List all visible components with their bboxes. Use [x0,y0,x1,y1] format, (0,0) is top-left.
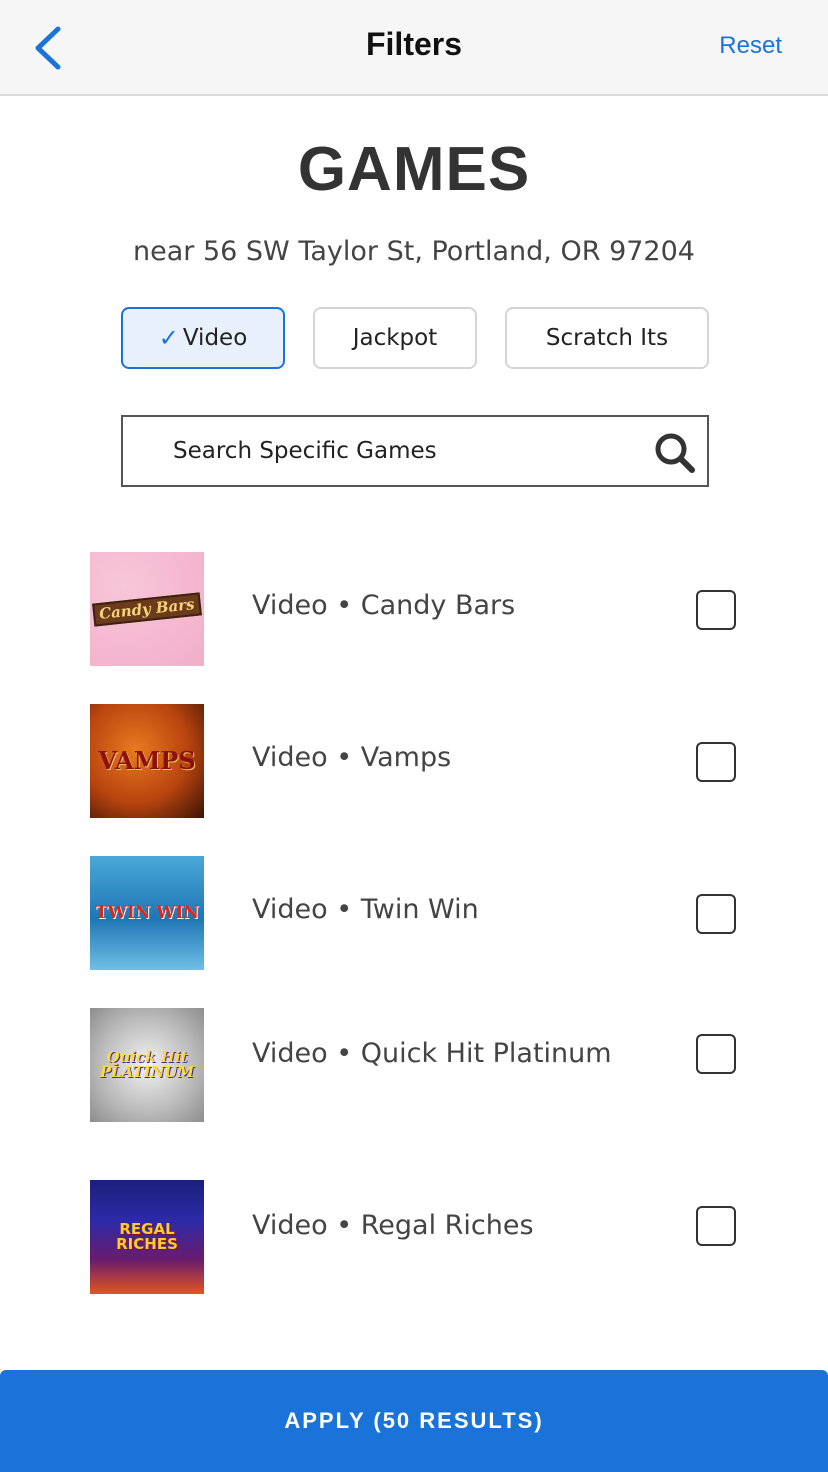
game-label: Video • Regal Riches [252,1210,534,1241]
game-checkbox[interactable] [696,742,736,782]
list-item[interactable]: Candy Bars Video • Candy Bars [90,552,740,666]
location-text: near 56 SW Taylor St, Portland, OR 97204 [133,236,695,267]
reset-button[interactable]: Reset [719,32,782,60]
filters-screen: Filters Reset GAMES near 56 SW Taylor St… [0,0,828,1472]
filter-chip-video[interactable]: ✓ Video [121,307,285,369]
page-title: Filters [365,26,463,62]
game-label: Video • Vamps [252,742,452,773]
game-thumbnail-logo: TWIN WIN [95,902,199,923]
search-box [121,415,709,487]
game-thumbnail-logo: REGAL RICHES [116,1220,178,1253]
game-checkbox[interactable] [696,1206,736,1246]
game-checkbox[interactable] [696,894,736,934]
filter-chip-scratch-its[interactable]: Scratch Its [505,307,709,369]
filter-chip-label: Jackpot [352,325,438,351]
apply-button[interactable]: APPLY (50 RESULTS) [0,1370,828,1472]
search-icon[interactable] [653,431,697,475]
header-bar: Filters Reset [0,0,828,96]
game-thumbnail: Quick Hit PLATINUM [90,1008,204,1122]
checkmark-icon: ✓ [158,324,179,352]
game-label: Video • Twin Win [252,894,479,925]
game-thumbnail-logo: Quick Hit PLATINUM [99,1048,195,1081]
search-input[interactable] [173,417,643,485]
game-thumbnail: Candy Bars [90,552,204,666]
game-thumbnail: REGAL RICHES [90,1180,204,1294]
list-item[interactable]: TWIN WIN Video • Twin Win [90,856,740,970]
game-checkbox[interactable] [696,1034,736,1074]
section-title: GAMES [297,135,531,204]
game-checkbox[interactable] [696,590,736,630]
game-thumbnail-logo: VAMPS [98,746,196,775]
filter-chip-label: Scratch Its [545,325,669,351]
filter-chip-jackpot[interactable]: Jackpot [313,307,477,369]
list-item[interactable]: Quick Hit PLATINUM Video • Quick Hit Pla… [90,1008,740,1122]
game-thumbnail: VAMPS [90,704,204,818]
list-item[interactable]: VAMPS Video • Vamps [90,704,740,818]
game-label: Video • Candy Bars [252,590,516,621]
game-thumbnail-logo: Candy Bars [92,591,202,627]
list-item[interactable]: REGAL RICHES Video • Regal Riches [90,1180,740,1294]
filter-chip-label: Video [182,325,248,351]
game-thumbnail: TWIN WIN [90,856,204,970]
game-label: Video • Quick Hit Platinum [252,1038,612,1069]
